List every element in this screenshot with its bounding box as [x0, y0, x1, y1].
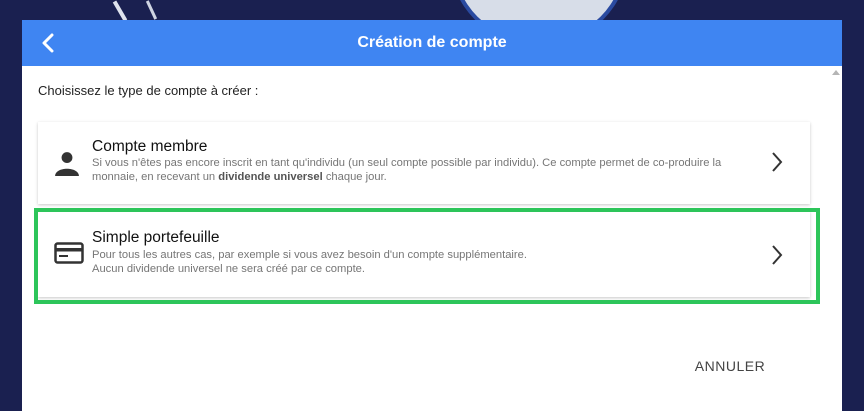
- arrow-back-icon: [42, 33, 54, 53]
- option-member-account[interactable]: Compte membre Si vous n'êtes pas encore …: [38, 122, 810, 204]
- prompt-text: Choisissez le type de compte à créer :: [38, 83, 259, 98]
- background-decoration: [112, 0, 128, 22]
- chevron-right-icon: [772, 245, 783, 265]
- option-description: Si vous n'êtes pas encore inscrit en tan…: [92, 157, 722, 183]
- scrollbar-up-arrow[interactable]: [832, 70, 840, 75]
- cancel-button[interactable]: ANNULER: [690, 352, 770, 380]
- option-simple-wallet[interactable]: Simple portefeuille Pour tous les autres…: [38, 211, 810, 297]
- account-creation-dialog: Création de compte Choisissez le type de…: [22, 20, 842, 411]
- back-button[interactable]: [34, 29, 62, 57]
- background-decoration: [145, 0, 158, 20]
- option-description: Pour tous les autres cas, par exemple si…: [92, 249, 527, 275]
- person-icon: [55, 152, 79, 176]
- option-title: Simple portefeuille: [92, 229, 220, 246]
- option-title: Compte membre: [92, 138, 208, 155]
- chevron-right-icon: [772, 152, 783, 172]
- credit-card-icon: [54, 242, 84, 264]
- dialog-header: Création de compte: [22, 20, 842, 66]
- dialog-title: Création de compte: [357, 34, 507, 51]
